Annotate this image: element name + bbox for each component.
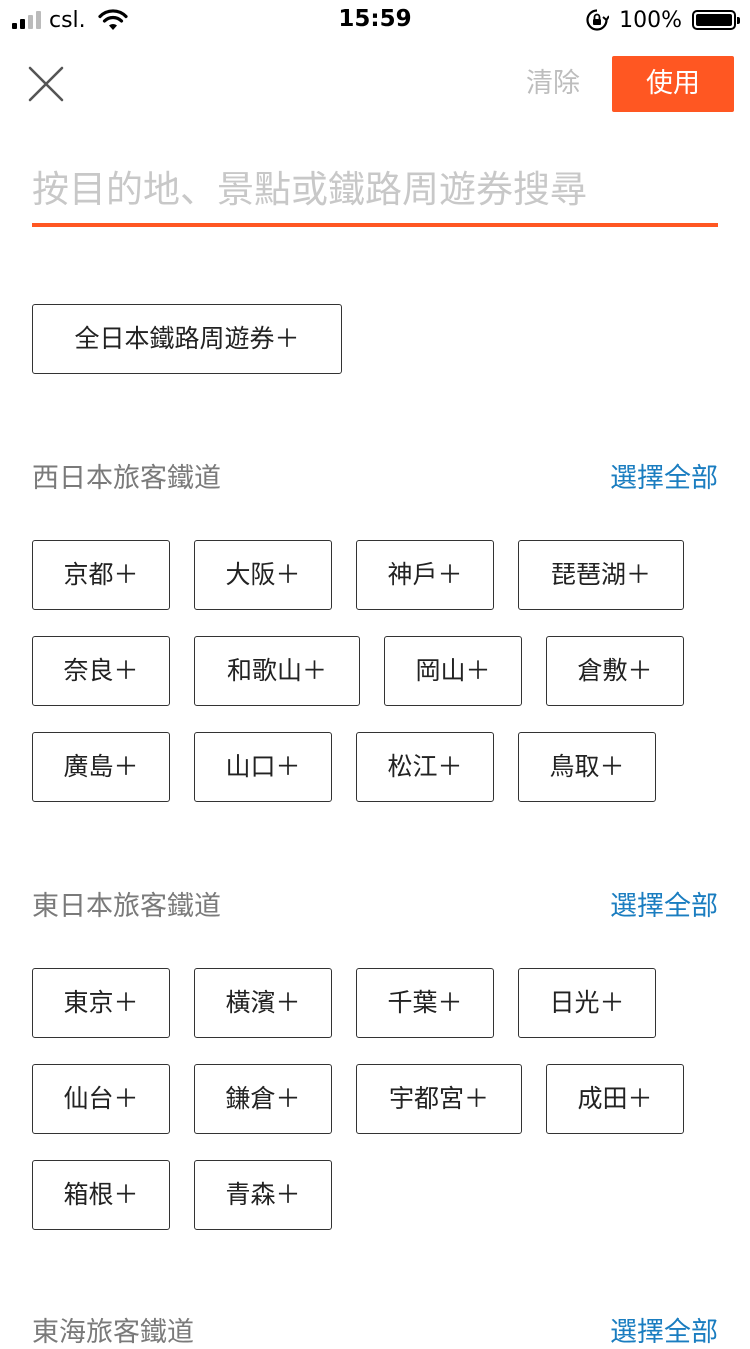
chip-yokohama[interactable]: 橫濱＋ xyxy=(194,968,332,1038)
search-input[interactable] xyxy=(32,155,718,227)
battery-icon xyxy=(692,10,740,30)
close-icon xyxy=(28,66,64,102)
chip-aomori[interactable]: 青森＋ xyxy=(194,1160,332,1230)
chip-tokyo[interactable]: 東京＋ xyxy=(32,968,170,1038)
section-title-jr-central: 東海旅客鐵道 xyxy=(32,1317,194,1348)
select-all-jr-east[interactable]: 選擇全部 xyxy=(610,884,718,923)
chip-biwako[interactable]: 琵琶湖＋ xyxy=(518,540,684,610)
battery-percentage: 100% xyxy=(619,7,682,33)
status-right: 100% xyxy=(585,6,740,34)
chip-chiba[interactable]: 千葉＋ xyxy=(356,968,494,1038)
chip-hiroshima[interactable]: 廣島＋ xyxy=(32,732,170,802)
chip-hakone[interactable]: 箱根＋ xyxy=(32,1160,170,1230)
use-button[interactable]: 使用 xyxy=(612,56,734,112)
chip-narita[interactable]: 成田＋ xyxy=(546,1064,684,1134)
select-all-jr-west[interactable]: 選擇全部 xyxy=(610,456,718,495)
chip-kyoto[interactable]: 京都＋ xyxy=(32,540,170,610)
chip-osaka[interactable]: 大阪＋ xyxy=(194,540,332,610)
chip-kobe[interactable]: 神戶＋ xyxy=(356,540,494,610)
chip-nara[interactable]: 奈良＋ xyxy=(32,636,170,706)
chip-nikko[interactable]: 日光＋ xyxy=(518,968,656,1038)
select-all-jr-central[interactable]: 選擇全部 xyxy=(610,1310,718,1349)
chip-okayama[interactable]: 岡山＋ xyxy=(384,636,522,706)
section-title-jr-east: 東日本旅客鐵道 xyxy=(32,891,221,922)
status-bar: csl. 15:59 100% xyxy=(0,0,750,40)
clear-button[interactable]: 清除 xyxy=(520,62,586,106)
chip-all-japan-rail-pass[interactable]: 全日本鐵路周遊券＋ xyxy=(32,304,342,374)
chip-kurashiki[interactable]: 倉敷＋ xyxy=(546,636,684,706)
chip-tottori[interactable]: 鳥取＋ xyxy=(518,732,656,802)
section-title-jr-west: 西日本旅客鐵道 xyxy=(32,463,221,494)
chip-wakayama[interactable]: 和歌山＋ xyxy=(194,636,360,706)
chip-sendai[interactable]: 仙台＋ xyxy=(32,1064,170,1134)
chip-utsunomiya[interactable]: 宇都宮＋ xyxy=(356,1064,522,1134)
rotation-lock-icon xyxy=(586,9,610,31)
close-button[interactable] xyxy=(24,62,68,106)
chip-kamakura[interactable]: 鎌倉＋ xyxy=(194,1064,332,1134)
chip-yamaguchi[interactable]: 山口＋ xyxy=(194,732,332,802)
chip-matsue[interactable]: 松江＋ xyxy=(356,732,494,802)
